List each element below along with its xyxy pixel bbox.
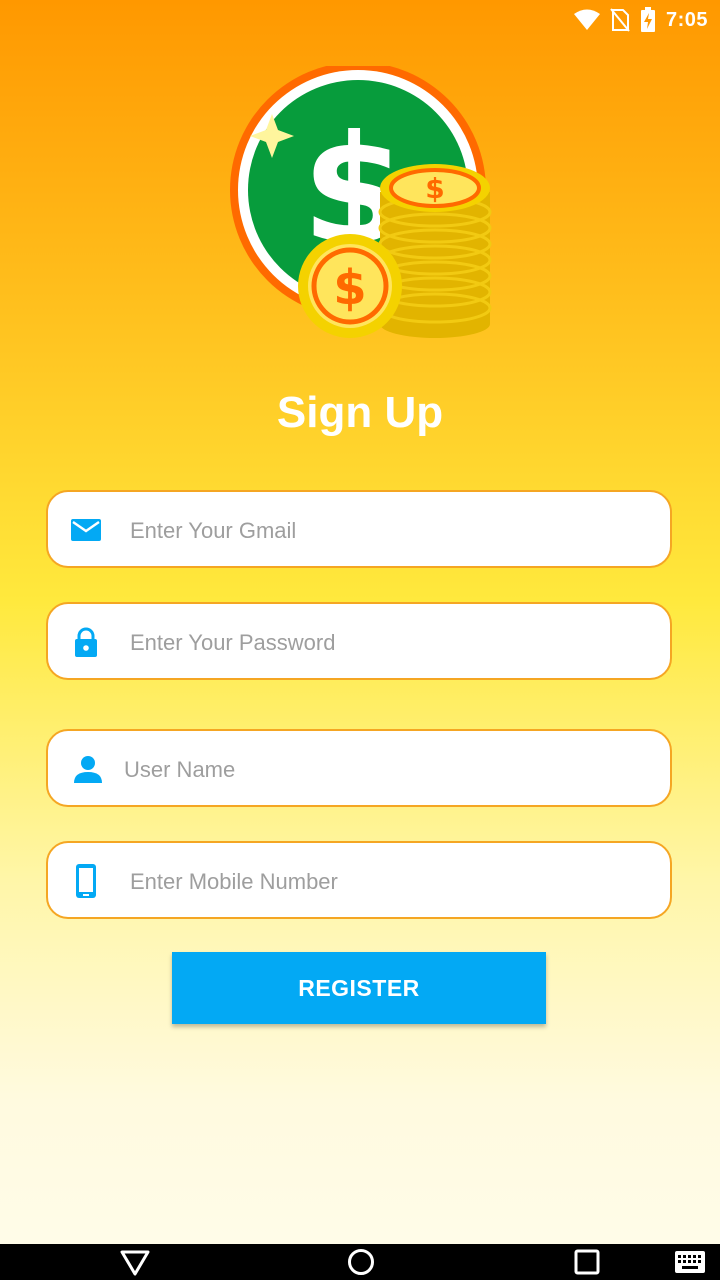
username-input[interactable] [122,745,596,795]
gmail-input[interactable] [128,506,602,556]
no-sim-icon [610,8,630,32]
mobile-input[interactable] [128,857,602,907]
username-field[interactable] [46,729,672,807]
status-time: 7:05 [665,8,708,31]
mobile-field[interactable] [46,841,672,919]
person-icon [74,756,102,783]
home-icon[interactable] [346,1248,376,1276]
password-input[interactable] [128,618,602,668]
svg-text:$: $ [425,172,444,205]
register-button[interactable]: REGISTER [172,952,546,1024]
recents-icon[interactable] [572,1248,602,1276]
battery-charging-icon [640,7,655,32]
password-field[interactable] [46,602,672,680]
back-icon[interactable] [120,1248,150,1276]
dollar-coins-logo: $ $ $ [230,66,492,338]
nav-bar [0,1244,720,1280]
page-title: Sign Up [276,388,444,437]
svg-text:$: $ [333,260,366,316]
status-bar: 7:05 [0,0,720,40]
phone-icon [76,864,96,898]
mail-icon [71,519,101,541]
gmail-field[interactable] [46,490,672,568]
wifi-icon [573,9,600,30]
status-icons: 7:05 [573,6,708,34]
keyboard-icon[interactable] [674,1248,706,1276]
lock-icon [75,627,97,657]
